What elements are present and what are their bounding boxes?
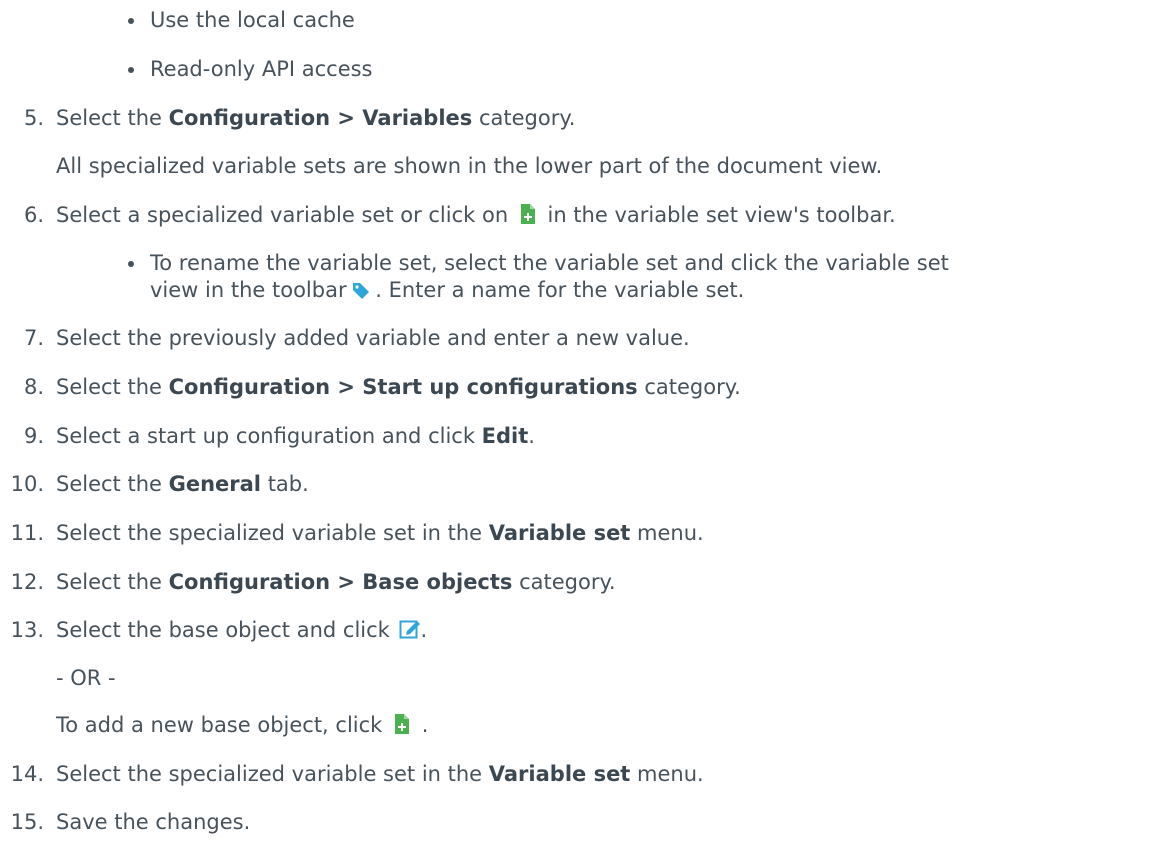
step-text: Select a specialized variable set or cli… bbox=[56, 203, 515, 227]
ui-term: Variable set bbox=[488, 521, 631, 545]
step-text: Select the specialized variable set in t… bbox=[56, 762, 489, 786]
or-separator: - OR - bbox=[56, 666, 116, 690]
step-number: 8. bbox=[23, 375, 44, 399]
step-text: . bbox=[420, 618, 428, 642]
step-text: Save the changes. bbox=[56, 810, 251, 834]
bullet-dot bbox=[128, 67, 134, 73]
step-number: 9. bbox=[23, 424, 44, 448]
step-text: tab. bbox=[261, 472, 309, 496]
step-number: 7. bbox=[23, 326, 44, 350]
step-text: category. bbox=[512, 570, 616, 594]
bullet-dot bbox=[128, 18, 134, 24]
bullet-text: Use the local cache bbox=[150, 8, 355, 32]
bullet-text: Read-only API access bbox=[150, 57, 373, 81]
step-text: category. bbox=[637, 375, 741, 399]
step-number: 12. bbox=[10, 570, 44, 594]
step-text: menu. bbox=[630, 521, 704, 545]
step-number: 14. bbox=[10, 762, 44, 786]
edit-icon bbox=[399, 620, 420, 639]
add-document-icon bbox=[520, 204, 535, 224]
sub-text: view in the toolbar bbox=[150, 278, 354, 302]
sub-text: . Enter a name for the variable set. bbox=[375, 278, 745, 302]
step-text: menu. bbox=[630, 762, 704, 786]
ui-term: Variable set bbox=[488, 762, 631, 786]
ui-term: Edit bbox=[481, 424, 529, 448]
step-text: . bbox=[415, 713, 429, 737]
step-number: 13. bbox=[10, 618, 44, 642]
step-text: Select the bbox=[56, 375, 169, 399]
step-number: 15. bbox=[10, 810, 44, 834]
step-text: Select the previously added variable and… bbox=[56, 326, 690, 350]
ui-term: Configuration > Variables bbox=[168, 106, 473, 130]
step-number: 10. bbox=[10, 472, 44, 496]
step-text: Select the bbox=[56, 472, 169, 496]
add-document-icon bbox=[395, 714, 410, 734]
step-text: Select the specialized variable set in t… bbox=[56, 521, 489, 545]
ui-term: Configuration > Base objects bbox=[168, 570, 513, 594]
ui-term: General bbox=[168, 472, 262, 496]
note-text: All specialized variable sets are shown … bbox=[56, 154, 883, 178]
step-number: 5. bbox=[23, 106, 44, 130]
step-text: in the variable set view's toolbar. bbox=[540, 203, 896, 227]
step-text: Select the bbox=[56, 106, 169, 130]
step-text: Select a start up configuration and clic… bbox=[56, 424, 482, 448]
step-text: Select the bbox=[56, 570, 169, 594]
bullet-dot bbox=[128, 261, 134, 267]
sub-text: To rename the variable set, select the v… bbox=[150, 251, 949, 275]
step-text: category. bbox=[472, 106, 576, 130]
step-text: . bbox=[528, 424, 535, 448]
step-number: 6. bbox=[23, 203, 44, 227]
tag-icon bbox=[353, 283, 370, 299]
step-number: 11. bbox=[10, 521, 44, 545]
ui-term: Configuration > Start up configurations bbox=[168, 375, 638, 399]
step-text: To add a new base object, click bbox=[56, 713, 390, 737]
step-text: Select the base object and click bbox=[56, 618, 397, 642]
